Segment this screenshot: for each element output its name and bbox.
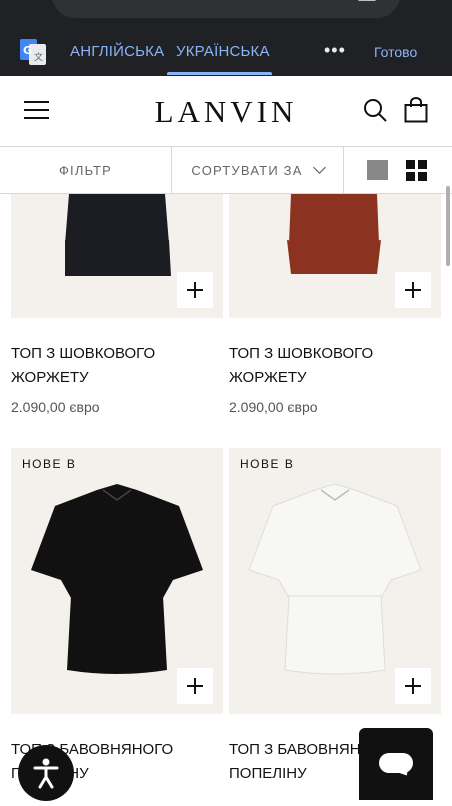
plus-icon xyxy=(187,282,203,298)
add-to-bag-button[interactable] xyxy=(177,668,213,704)
plus-icon xyxy=(405,282,421,298)
product-name[interactable]: ТОП З ШОВКОВОГО ЖОРЖЕТУ xyxy=(11,342,223,390)
svg-text:文: 文 xyxy=(34,51,43,63)
search-icon[interactable] xyxy=(363,98,387,122)
filter-label: ФІЛЬТР xyxy=(58,162,113,178)
single-column-view-icon[interactable] xyxy=(367,160,388,180)
garment-body xyxy=(31,484,203,598)
address-bar-button[interactable] xyxy=(358,0,376,1)
chat-bubble-icon xyxy=(379,753,413,773)
done-button[interactable]: Готово xyxy=(374,44,417,60)
add-to-bag-button[interactable] xyxy=(395,272,431,308)
garment-body xyxy=(248,483,422,599)
product-image[interactable]: НОВЕ В xyxy=(229,448,441,714)
listing-toolbar: ФІЛЬТР СОРТУВАТИ ЗА xyxy=(0,146,452,194)
translate-bar: G 文 АНГЛІЙСЬКА УКРАЇНСЬКА ••• Готово xyxy=(0,0,452,76)
more-options-icon[interactable]: ••• xyxy=(324,40,346,61)
new-in-badge: НОВЕ В xyxy=(240,457,295,471)
target-language-tab[interactable]: УКРАЇНСЬКА xyxy=(176,43,270,60)
garment-body xyxy=(289,194,379,248)
google-translate-icon: G 文 xyxy=(20,39,46,65)
sort-label: СОРТУВАТИ ЗА xyxy=(191,162,303,178)
garment-body xyxy=(65,194,169,250)
accessibility-button[interactable] xyxy=(18,745,74,801)
product-price: 2.090,00 євро xyxy=(229,399,318,415)
address-bar[interactable] xyxy=(52,0,400,18)
product-name[interactable]: ТОП З ШОВКОВОГО ЖОРЖЕТУ xyxy=(229,342,441,390)
garment-hem xyxy=(67,596,167,674)
active-language-indicator xyxy=(167,72,272,75)
product-image[interactable] xyxy=(229,194,441,318)
shopping-bag-icon[interactable] xyxy=(404,97,428,123)
product-grid: ТОП З ШОВКОВОГО ЖОРЖЕТУ 2.090,00 євро ТО… xyxy=(0,194,452,800)
garment-hem xyxy=(287,240,381,274)
product-price: 2.090,00 євро xyxy=(11,399,100,415)
garment-hem xyxy=(284,595,386,675)
plus-icon xyxy=(405,678,421,694)
plus-icon xyxy=(187,678,203,694)
sort-dropdown[interactable]: СОРТУВАТИ ЗА xyxy=(172,147,344,193)
svg-text:G: G xyxy=(23,44,32,57)
source-language-tab[interactable]: АНГЛІЙСЬКА xyxy=(70,43,164,60)
grid-view-icon[interactable] xyxy=(406,160,427,181)
site-header: LANVIN xyxy=(0,76,452,146)
product-image[interactable]: НОВЕ В xyxy=(11,448,223,714)
new-in-badge: НОВЕ В xyxy=(22,457,77,471)
garment-hem xyxy=(65,240,171,276)
add-to-bag-button[interactable] xyxy=(177,272,213,308)
add-to-bag-button[interactable] xyxy=(395,668,431,704)
product-image[interactable] xyxy=(11,194,223,318)
accessibility-icon xyxy=(33,758,59,789)
chevron-down-icon xyxy=(312,161,326,174)
filter-button[interactable]: ФІЛЬТР xyxy=(0,147,172,193)
chat-button[interactable] xyxy=(359,728,433,800)
